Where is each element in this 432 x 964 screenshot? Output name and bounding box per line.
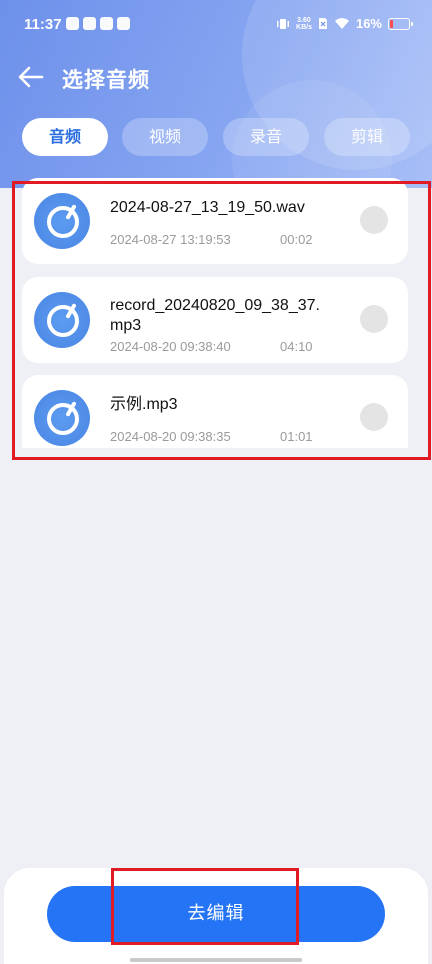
app-notification-icon	[100, 17, 113, 30]
network-speed-value: 3.60	[297, 16, 311, 24]
select-radio[interactable]	[360, 305, 388, 333]
file-name: 示例.mp3	[110, 396, 178, 413]
tab-video[interactable]: 视频	[122, 118, 208, 156]
tab-edit[interactable]: 剪辑	[324, 118, 410, 156]
battery-percent: 16%	[355, 16, 382, 31]
vibrate-icon	[277, 18, 290, 29]
app-notification-icon	[66, 17, 79, 30]
select-radio[interactable]	[360, 403, 388, 431]
tiktok-icon	[117, 17, 130, 30]
file-date: 2024-08-20 09:38:40	[110, 339, 231, 354]
network-speed: 3.60 KB/s	[296, 17, 312, 31]
audio-file-icon	[34, 292, 90, 348]
file-date: 2024-08-27 13:19:53	[110, 232, 231, 247]
audio-file-icon	[34, 390, 90, 446]
back-button[interactable]	[16, 62, 46, 92]
tab-recording[interactable]: 录音	[223, 118, 309, 156]
media-tabs: 音频 视频 录音 剪辑	[0, 118, 432, 158]
battery-icon	[388, 17, 413, 30]
list-item[interactable]: 2024-08-27_13_19_50.wav 2024-08-27 13:19…	[22, 178, 408, 264]
file-duration: 00:02	[280, 232, 313, 247]
status-bar: 11:37 3.60 KB/s 16%	[0, 0, 432, 52]
go-edit-button[interactable]: 去编辑	[47, 886, 385, 942]
list-item[interactable]: 示例.mp3 2024-08-20 09:38:35 01:01	[22, 375, 408, 448]
wifi-icon	[334, 18, 349, 29]
network-speed-unit: KB/s	[296, 23, 312, 31]
no-sim-icon	[318, 18, 327, 29]
status-right-group: 3.60 KB/s 16%	[276, 16, 413, 31]
page-title: 选择音频	[62, 68, 150, 92]
notification-icons	[66, 17, 130, 30]
file-date: 2024-08-20 09:38:35	[110, 429, 231, 444]
tab-audio[interactable]: 音频	[22, 118, 108, 156]
select-radio[interactable]	[360, 206, 388, 234]
file-duration: 01:01	[280, 429, 313, 444]
audio-file-icon	[34, 193, 90, 249]
file-name: 2024-08-27_13_19_50.wav	[110, 199, 305, 216]
back-arrow-icon	[18, 66, 44, 88]
audio-file-list: 2024-08-27_13_19_50.wav 2024-08-27 13:19…	[22, 178, 408, 448]
app-notification-icon	[83, 17, 96, 30]
file-duration: 04:10	[280, 339, 313, 354]
status-time: 11:37	[24, 16, 62, 33]
list-item[interactable]: record_20240820_09_38_37.mp3 2024-08-20 …	[22, 277, 408, 363]
file-name: record_20240820_09_38_37.mp3	[110, 297, 320, 334]
home-indicator[interactable]	[130, 958, 302, 962]
